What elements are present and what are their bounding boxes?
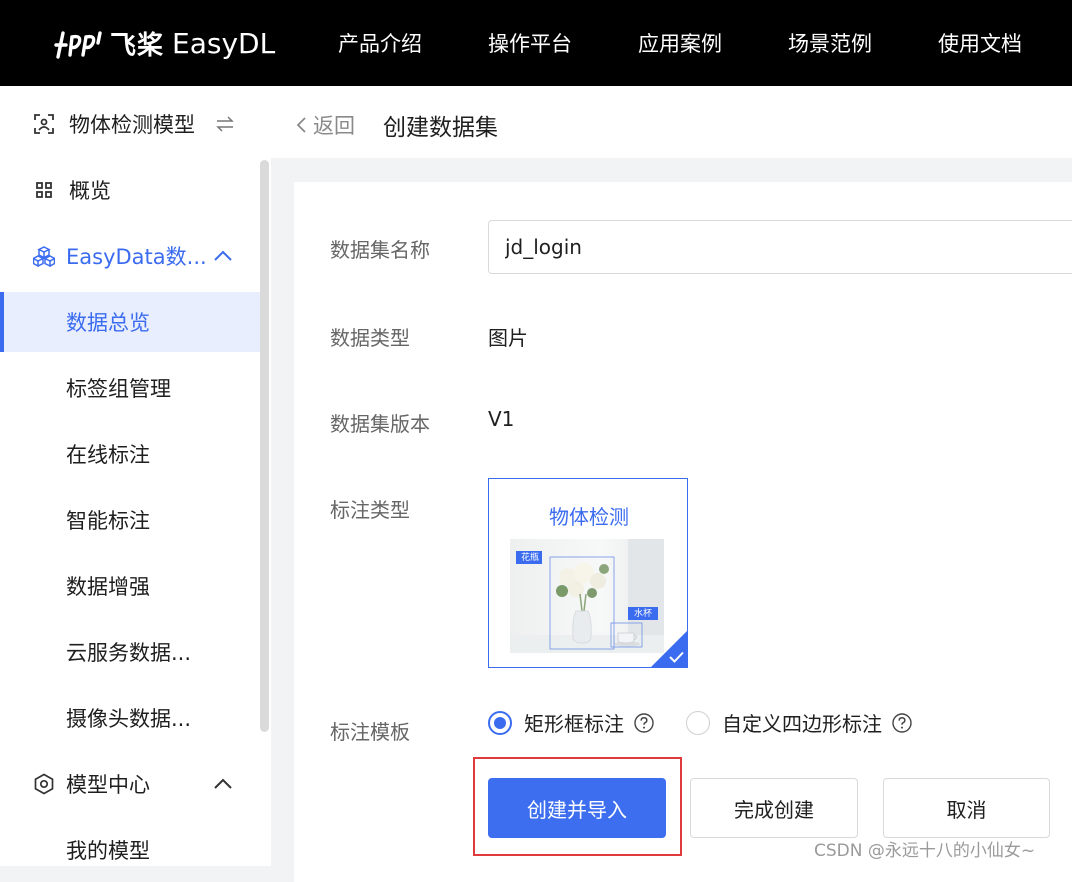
nav-platform[interactable]: 操作平台 [488, 28, 572, 58]
sidebar-group-easydata[interactable]: EasyData数... [0, 226, 260, 286]
sidebar-item-cloud-data[interactable]: 云服务数据... [0, 622, 260, 682]
nav-docs[interactable]: 使用文档 [938, 28, 1022, 58]
sidebar-item-label: 在线标注 [66, 443, 150, 467]
annotation-type-label: 标注类型 [330, 498, 410, 522]
dataset-name-label: 数据集名称 [330, 238, 430, 262]
back-label: 返回 [313, 114, 355, 138]
sidebar-item-label: 数据总览 [66, 311, 150, 335]
data-type-value: 图片 [488, 326, 528, 350]
switch-arrows-icon[interactable] [215, 116, 235, 132]
sidebar-item-label: 智能标注 [66, 509, 150, 533]
annotation-type-title: 物体检测 [549, 505, 629, 529]
sidebar-item-camera-data[interactable]: 摄像头数据... [0, 688, 260, 748]
sidebar: 物体检测模型 概览 EasyData数... 数据总览 标签组管理 在线标注 智… [0, 86, 271, 866]
back-link[interactable]: 返回 [295, 110, 355, 140]
active-indicator [0, 292, 4, 352]
nav-scenarios[interactable]: 场景范例 [788, 28, 872, 58]
help-icon[interactable] [634, 712, 654, 733]
sidebar-item-label: 我的模型 [66, 839, 150, 863]
cancel-button[interactable]: 取消 [883, 778, 1050, 838]
sidebar-item-label: 概览 [69, 179, 111, 203]
nav-cases[interactable]: 应用案例 [638, 28, 722, 58]
template-option-rectangle[interactable]: 矩形框标注 [488, 708, 654, 737]
chevron-up-icon[interactable] [214, 250, 232, 262]
page-header: 返回 创建数据集 [271, 86, 1072, 158]
chevron-up-icon[interactable] [214, 778, 232, 790]
sidebar-item-label-groups[interactable]: 标签组管理 [0, 358, 260, 418]
sidebar-group-label: 模型中心 [66, 773, 150, 797]
sidebar-item-label: 云服务数据... [66, 641, 192, 665]
grid-icon [36, 182, 52, 198]
radio-unchecked[interactable] [686, 710, 710, 735]
template-option-quadrilateral[interactable]: 自定义四边形标注 [686, 708, 912, 737]
logo-en-text: EasyDL [172, 26, 276, 60]
sidebar-scrollbar[interactable] [260, 160, 269, 732]
finish-create-button[interactable]: 完成创建 [690, 778, 858, 838]
top-navbar: 飞桨 EasyDL 产品介绍 操作平台 应用案例 场景范例 使用文档 [0, 0, 1072, 86]
help-icon[interactable] [892, 712, 912, 733]
sidebar-item-overview[interactable]: 概览 [0, 160, 260, 220]
object-detect-icon [34, 114, 54, 134]
logo-cn-text: 飞桨 [110, 30, 165, 61]
sidebar-item-my-models[interactable]: 我的模型 [0, 820, 260, 866]
sidebar-item-label: 数据增强 [66, 575, 150, 599]
dataset-name-input[interactable] [488, 220, 1072, 274]
sidebar-group-model-center[interactable]: 模型中心 [0, 754, 260, 814]
nav-product-intro[interactable]: 产品介绍 [338, 28, 422, 58]
sidebar-item-label: 标签组管理 [66, 377, 171, 401]
tag-vase: 花瓶 [520, 553, 539, 563]
model-center-icon [34, 773, 54, 795]
sidebar-item-smart-annotation[interactable]: 智能标注 [0, 490, 260, 550]
sidebar-group-label: EasyData数... [66, 245, 207, 269]
cubes-icon [33, 246, 55, 267]
sidebar-item-data-overview[interactable]: 数据总览 [0, 292, 260, 352]
paddle-logo-icon [54, 31, 102, 59]
annotation-template-label: 标注模板 [330, 720, 410, 744]
check-icon [669, 651, 684, 663]
red-highlight-box [473, 757, 682, 856]
dataset-version-label: 数据集版本 [330, 412, 430, 436]
dataset-version-value: V1 [488, 407, 515, 431]
logo[interactable]: 飞桨 EasyDL [52, 22, 275, 64]
model-switch-label: 物体检测模型 [69, 113, 195, 137]
template-option-label: 自定义四边形标注 [722, 712, 882, 736]
data-type-label: 数据类型 [330, 326, 410, 350]
tag-cup: 水杯 [633, 609, 652, 619]
sidebar-item-label: 摄像头数据... [66, 707, 192, 731]
model-switcher[interactable]: 物体检测模型 [0, 94, 260, 154]
chevron-left-icon [296, 117, 306, 133]
page-title: 创建数据集 [383, 115, 498, 141]
sidebar-item-data-augment[interactable]: 数据增强 [0, 556, 260, 616]
sidebar-item-online-annotation[interactable]: 在线标注 [0, 424, 260, 484]
watermark: CSDN @永远十八的小仙女~ [814, 841, 1036, 861]
annotation-type-card-object-detection[interactable]: 物体检测 花瓶 水杯 [488, 478, 688, 668]
radio-checked[interactable] [488, 710, 512, 735]
template-option-label: 矩形框标注 [524, 712, 624, 736]
